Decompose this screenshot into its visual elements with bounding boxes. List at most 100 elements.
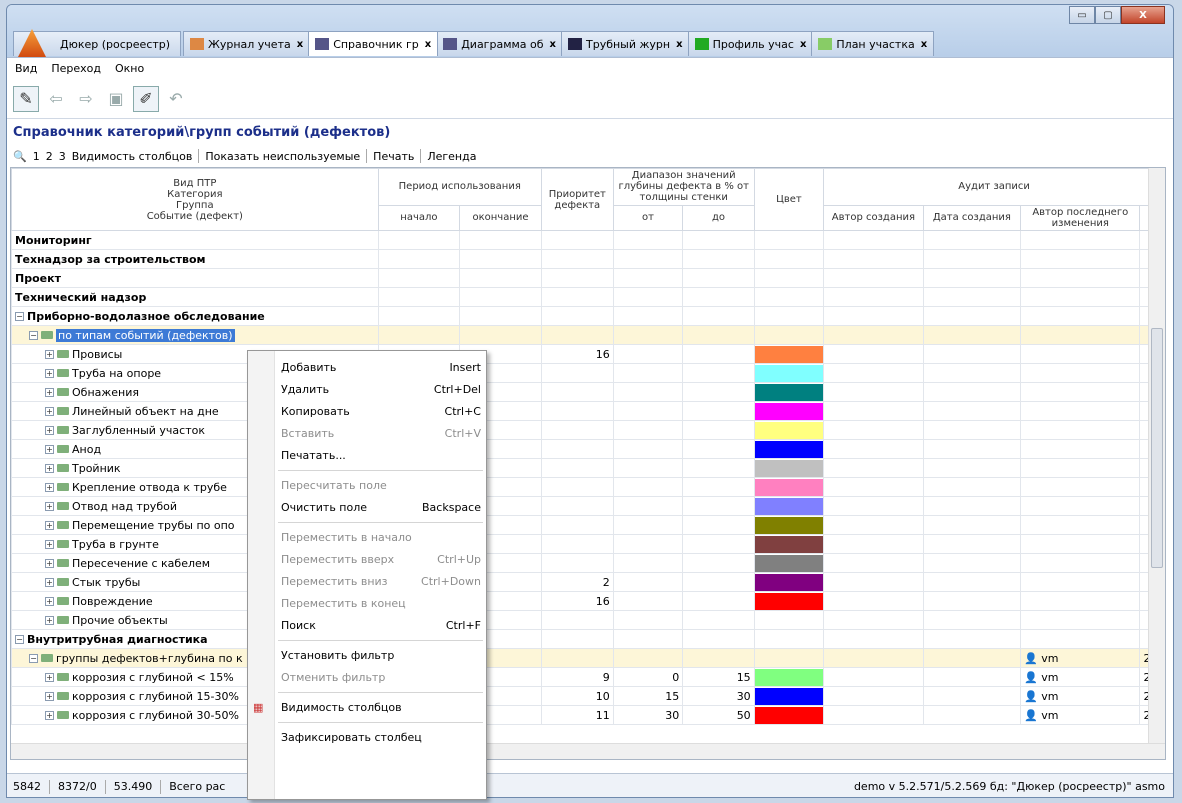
cell-last-author[interactable] xyxy=(1020,325,1141,345)
cell-end[interactable] xyxy=(459,325,542,345)
cell-from[interactable]: 15 xyxy=(612,686,684,706)
cell-to[interactable] xyxy=(682,572,755,592)
cell-from[interactable] xyxy=(612,553,684,573)
expand-icon[interactable]: − xyxy=(29,653,38,663)
expand-icon[interactable]: + xyxy=(45,406,54,416)
cell-color[interactable] xyxy=(753,591,825,611)
cell-prio[interactable] xyxy=(540,401,614,421)
show-unused-button[interactable]: Показать неиспользуемые xyxy=(205,150,360,163)
table-row[interactable]: + Труба на опоре xyxy=(11,363,1165,383)
cell-prio[interactable] xyxy=(540,363,614,383)
expand-icon[interactable]: − xyxy=(15,634,24,644)
context-menu-item[interactable]: Копировать Ctrl+C xyxy=(281,401,481,421)
header-color[interactable]: Цвет xyxy=(753,168,825,231)
cell-to[interactable] xyxy=(682,496,755,516)
cell-last-author[interactable] xyxy=(1020,306,1141,326)
cell-prio[interactable]: 10 xyxy=(540,686,614,706)
cell-a2[interactable] xyxy=(922,477,1022,497)
header-start[interactable]: начало xyxy=(377,204,461,232)
cell-prio[interactable] xyxy=(540,610,614,630)
cell-prio[interactable] xyxy=(540,230,614,250)
expand-icon[interactable]: + xyxy=(45,615,54,625)
cell-last-author[interactable] xyxy=(1020,363,1141,383)
horizontal-scrollbar[interactable] xyxy=(11,743,1165,759)
cell-a2[interactable] xyxy=(922,515,1022,535)
context-menu-item[interactable]: Отменить фильтр xyxy=(281,667,481,687)
context-menu-item[interactable]: Очистить поле Backspace xyxy=(281,497,481,517)
cell-from[interactable] xyxy=(612,401,684,421)
cell-color[interactable] xyxy=(753,496,825,516)
cell-a1[interactable] xyxy=(823,686,924,706)
cell-prio[interactable] xyxy=(540,553,614,573)
table-row[interactable]: −группы дефектов+глубина по к👤 vm25. xyxy=(11,648,1165,668)
header-period[interactable]: Период использования xyxy=(377,168,542,206)
edit-icon[interactable]: ✐ xyxy=(133,85,159,112)
cell-color[interactable] xyxy=(753,439,825,459)
cell-last-author[interactable] xyxy=(1020,553,1141,573)
cell-a2[interactable] xyxy=(922,325,1022,345)
cell-a1[interactable] xyxy=(823,534,924,554)
cell-to[interactable] xyxy=(682,268,755,288)
cell-last-author[interactable] xyxy=(1020,268,1141,288)
cell-color[interactable] xyxy=(753,515,825,535)
cell-from[interactable] xyxy=(612,648,684,668)
cell-color[interactable] xyxy=(753,667,825,687)
cell-color[interactable] xyxy=(753,344,825,364)
tab-4[interactable]: Профиль учас x xyxy=(687,31,814,56)
table-row[interactable]: + Обнажения xyxy=(11,382,1165,402)
print-button[interactable]: Печать xyxy=(373,150,414,163)
cell-start[interactable] xyxy=(377,230,461,250)
cell-from[interactable] xyxy=(612,230,684,250)
cell-name[interactable]: Проект xyxy=(11,268,379,288)
table-row[interactable]: Технадзор за строительством xyxy=(11,249,1165,269)
cell-to[interactable] xyxy=(682,344,755,364)
expand-icon[interactable]: + xyxy=(45,368,54,378)
expand-icon[interactable]: + xyxy=(45,425,54,435)
cell-last-author[interactable] xyxy=(1020,420,1141,440)
table-row[interactable]: Проект xyxy=(11,268,1165,288)
scroll-thumb[interactable] xyxy=(1151,328,1163,568)
table-row[interactable]: + Провисы 16 xyxy=(11,344,1165,364)
cell-start[interactable] xyxy=(377,249,461,269)
cell-color[interactable] xyxy=(753,363,825,383)
cell-to[interactable] xyxy=(682,553,755,573)
cell-a2[interactable] xyxy=(922,439,1022,459)
legend-button[interactable]: Легенда xyxy=(427,150,476,163)
cell-from[interactable] xyxy=(612,515,684,535)
cell-prio[interactable]: 16 xyxy=(540,344,614,364)
context-menu-item[interactable]: Поиск Ctrl+F xyxy=(281,615,481,635)
table-row[interactable]: − Приборно-водолазное обследование xyxy=(11,306,1165,326)
cell-a2[interactable] xyxy=(922,648,1022,668)
cell-last-author[interactable] xyxy=(1020,249,1141,269)
cell-a2[interactable] xyxy=(922,667,1022,687)
cell-a2[interactable] xyxy=(922,572,1022,592)
cell-color[interactable] xyxy=(753,648,825,668)
cell-last-author[interactable]: 👤 vm xyxy=(1020,705,1141,725)
forward-arrow-icon[interactable]: ⇨ xyxy=(73,86,99,112)
expand-icon[interactable]: + xyxy=(45,463,54,473)
cell-start[interactable] xyxy=(377,325,461,345)
table-row[interactable]: Мониторинг xyxy=(11,230,1165,250)
cell-a1[interactable] xyxy=(823,553,924,573)
cell-color[interactable] xyxy=(753,249,825,269)
cell-last-author[interactable] xyxy=(1020,439,1141,459)
cell-color[interactable] xyxy=(753,534,825,554)
table-row[interactable]: +коррозия с глубиной < 15%9015👤 vm25. xyxy=(11,667,1165,687)
cell-a1[interactable] xyxy=(823,230,924,250)
cell-end[interactable] xyxy=(459,268,542,288)
cell-name[interactable]: − Приборно-водолазное обследование xyxy=(11,306,379,326)
minimize-button[interactable]: ▭ xyxy=(1069,6,1095,24)
save-icon[interactable]: ▣ xyxy=(103,86,129,112)
close-icon[interactable]: x xyxy=(550,39,556,50)
cell-last-author[interactable] xyxy=(1020,401,1141,421)
cell-a2[interactable] xyxy=(922,496,1022,516)
cell-prio[interactable]: 16 xyxy=(540,591,614,611)
cell-prio[interactable] xyxy=(540,439,614,459)
table-row[interactable]: +коррозия с глубиной 30-50%113050👤 vm25. xyxy=(11,705,1165,725)
table-row[interactable]: + Линейный объект на дне xyxy=(11,401,1165,421)
cell-a1[interactable] xyxy=(823,591,924,611)
cell-to[interactable] xyxy=(682,382,755,402)
expand-icon[interactable]: − xyxy=(29,330,38,340)
cell-a1[interactable] xyxy=(823,515,924,535)
cell-to[interactable]: 15 xyxy=(682,667,755,687)
